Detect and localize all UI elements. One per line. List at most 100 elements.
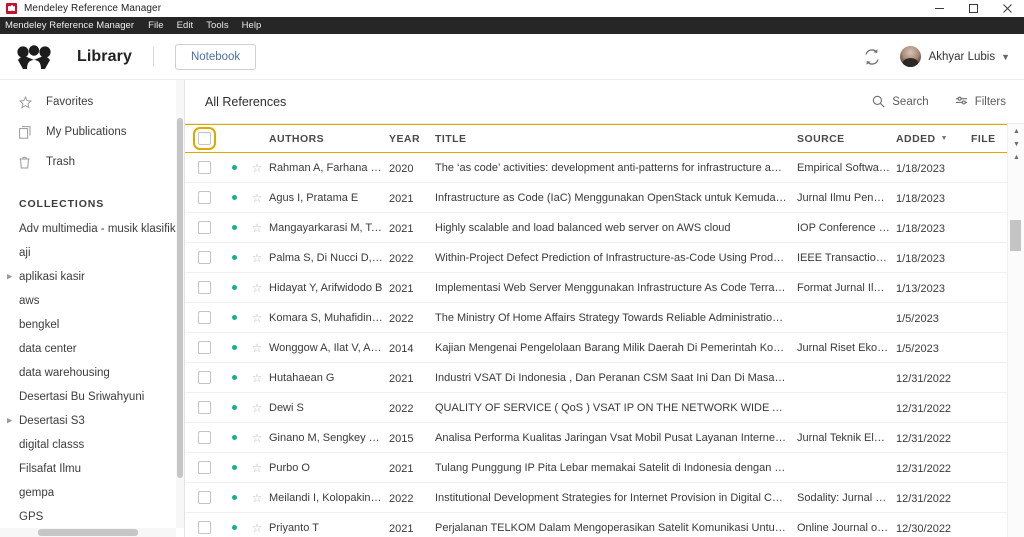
row-favorite[interactable]: ☆	[245, 192, 269, 204]
row-favorite[interactable]: ☆	[245, 432, 269, 444]
table-row[interactable]: ☆ Wonggow A, Ilat V, Affa… 2014 Kajian Meng…	[185, 333, 1024, 363]
row-favorite[interactable]: ☆	[245, 462, 269, 474]
row-favorite[interactable]: ☆	[245, 252, 269, 264]
table-row[interactable]: ☆ Agus I, Pratama E 2021 Infrastructure as …	[185, 183, 1024, 213]
row-checkbox[interactable]	[197, 191, 211, 204]
notebook-button[interactable]: Notebook	[174, 43, 257, 70]
collection-item[interactable]: data center	[0, 337, 176, 361]
collection-item[interactable]: aji	[0, 241, 176, 265]
row-checkbox[interactable]	[197, 281, 211, 294]
collection-item[interactable]: aws	[0, 289, 176, 313]
table-row[interactable]: ☆ Hidayat Y, Arifwidodo B 2021 Implementasi…	[185, 273, 1024, 303]
row-favorite[interactable]: ☆	[245, 342, 269, 354]
table-row[interactable]: ☆ Rahman A, Farhana E,… 2020 The ‘as code’ …	[185, 153, 1024, 183]
row-read-status[interactable]	[223, 255, 245, 260]
table-vertical-scrollbar[interactable]: ▲ ▼ ▲	[1007, 124, 1024, 537]
column-header-title[interactable]: TITLE	[435, 133, 797, 145]
table-row[interactable]: ☆ Ginano M, Sengkey R, … 2015 Analisa Perfo…	[185, 423, 1024, 453]
collection-item[interactable]: ▶ Desertasi S3	[0, 409, 176, 433]
row-read-status[interactable]	[223, 345, 245, 350]
collection-item[interactable]: digital classs	[0, 433, 176, 457]
sidebar-vertical-scrollbar[interactable]	[176, 80, 184, 528]
row-checkbox[interactable]	[197, 401, 211, 414]
collection-item[interactable]: GPS	[0, 505, 176, 528]
row-read-status[interactable]	[223, 495, 245, 500]
row-read-status[interactable]	[223, 465, 245, 470]
row-checkbox[interactable]	[197, 251, 211, 264]
column-header-file[interactable]: FILE	[971, 133, 1007, 145]
menu-item-file[interactable]: File	[148, 20, 164, 31]
collection-item[interactable]: Desertasi Bu Sriwahyuni	[0, 385, 176, 409]
collection-item[interactable]: ▶ aplikasi kasir	[0, 265, 176, 289]
scroll-up-arrow-secondary-icon[interactable]: ▲	[1008, 150, 1024, 165]
search-button[interactable]: Search	[872, 95, 929, 108]
row-favorite[interactable]: ☆	[245, 312, 269, 324]
collection-item[interactable]: gempa	[0, 481, 176, 505]
filters-button[interactable]: Filters	[955, 95, 1006, 108]
table-vertical-scrollbar-thumb[interactable]	[1010, 220, 1021, 251]
table-row[interactable]: ☆ Dewi S 2022 QUALITY OF SERVICE ( QoS ) VS…	[185, 393, 1024, 423]
sidebar-horizontal-scrollbar[interactable]	[0, 528, 176, 537]
row-checkbox[interactable]	[197, 341, 211, 354]
sidebar-item-favorites[interactable]: Favorites	[0, 87, 176, 117]
menu-item-help[interactable]: Help	[242, 20, 262, 31]
collection-item[interactable]: data warehousing	[0, 361, 176, 385]
row-read-status[interactable]	[223, 525, 245, 530]
row-read-status[interactable]	[223, 195, 245, 200]
row-checkbox[interactable]	[197, 371, 211, 384]
column-header-added[interactable]: ADDED ▼	[896, 133, 971, 145]
row-favorite[interactable]: ☆	[245, 402, 269, 414]
collection-label: Adv multimedia - musik klasifika	[19, 223, 176, 235]
row-checkbox[interactable]	[197, 161, 211, 174]
sync-refresh-icon[interactable]	[862, 47, 882, 67]
row-favorite[interactable]: ☆	[245, 162, 269, 174]
row-checkbox[interactable]	[197, 311, 211, 324]
row-read-status[interactable]	[223, 225, 245, 230]
table-row[interactable]: ☆ Meilandi I, Kolopaking … 2022 Institution…	[185, 483, 1024, 513]
row-favorite[interactable]: ☆	[245, 492, 269, 504]
menu-item-tools[interactable]: Tools	[206, 20, 228, 31]
collection-item[interactable]: Adv multimedia - musik klasifika	[0, 217, 176, 241]
select-all-checkbox[interactable]	[192, 127, 216, 150]
row-checkbox[interactable]	[197, 431, 211, 444]
menu-item-edit[interactable]: Edit	[177, 20, 194, 31]
row-read-status[interactable]	[223, 315, 245, 320]
row-checkbox[interactable]	[197, 461, 211, 474]
table-row[interactable]: ☆ Komara S, Muhafidin D… 2022 The Ministry …	[185, 303, 1024, 333]
row-read-status[interactable]	[223, 165, 245, 170]
column-header-source[interactable]: SOURCE	[797, 133, 896, 145]
table-row[interactable]: ☆ Hutahaean G 2021 Industri VSAT Di Indones…	[185, 363, 1024, 393]
user-name-label[interactable]: Akhyar Lubis	[929, 51, 995, 63]
collection-item[interactable]: bengkel	[0, 313, 176, 337]
maximize-icon[interactable]	[956, 0, 990, 17]
row-checkbox[interactable]	[197, 221, 211, 234]
close-icon[interactable]	[990, 0, 1024, 17]
sidebar-horizontal-scrollbar-thumb[interactable]	[38, 529, 138, 536]
row-favorite[interactable]: ☆	[245, 222, 269, 234]
table-row[interactable]: ☆ Priyanto T 2021 Perjalanan TELKOM Dalam M…	[185, 513, 1024, 537]
table-row[interactable]: ☆ Mangayarkarasi M, Ta… 2021 Highly scalabl…	[185, 213, 1024, 243]
avatar[interactable]	[899, 46, 921, 67]
cell-added: 12/31/2022	[896, 492, 952, 505]
table-row[interactable]: ☆ Palma S, Di Nucci D, P… 2022 Within-Proje…	[185, 243, 1024, 273]
row-checkbox[interactable]	[197, 521, 211, 534]
chevron-down-icon[interactable]: ▼	[1001, 52, 1010, 62]
table-row[interactable]: ☆ Purbo O 2021 Tulang Punggung IP Pita Leba…	[185, 453, 1024, 483]
chevron-right-icon[interactable]: ▶	[7, 418, 12, 425]
row-read-status[interactable]	[223, 405, 245, 410]
collection-item[interactable]: Filsafat Ilmu	[0, 457, 176, 481]
chevron-right-icon[interactable]: ▶	[7, 274, 12, 281]
minimize-icon[interactable]	[922, 0, 956, 17]
row-favorite[interactable]: ☆	[245, 282, 269, 294]
row-favorite[interactable]: ☆	[245, 372, 269, 384]
sidebar-item-my-publications[interactable]: My Publications	[0, 117, 176, 147]
row-read-status[interactable]	[223, 375, 245, 380]
sidebar-vertical-scrollbar-thumb[interactable]	[177, 118, 183, 478]
column-header-year[interactable]: YEAR	[389, 133, 435, 145]
sidebar-item-trash[interactable]: Trash	[0, 147, 176, 177]
row-read-status[interactable]	[223, 285, 245, 290]
row-favorite[interactable]: ☆	[245, 522, 269, 534]
row-read-status[interactable]	[223, 435, 245, 440]
column-header-authors[interactable]: AUTHORS	[269, 133, 389, 145]
row-checkbox[interactable]	[197, 491, 211, 504]
